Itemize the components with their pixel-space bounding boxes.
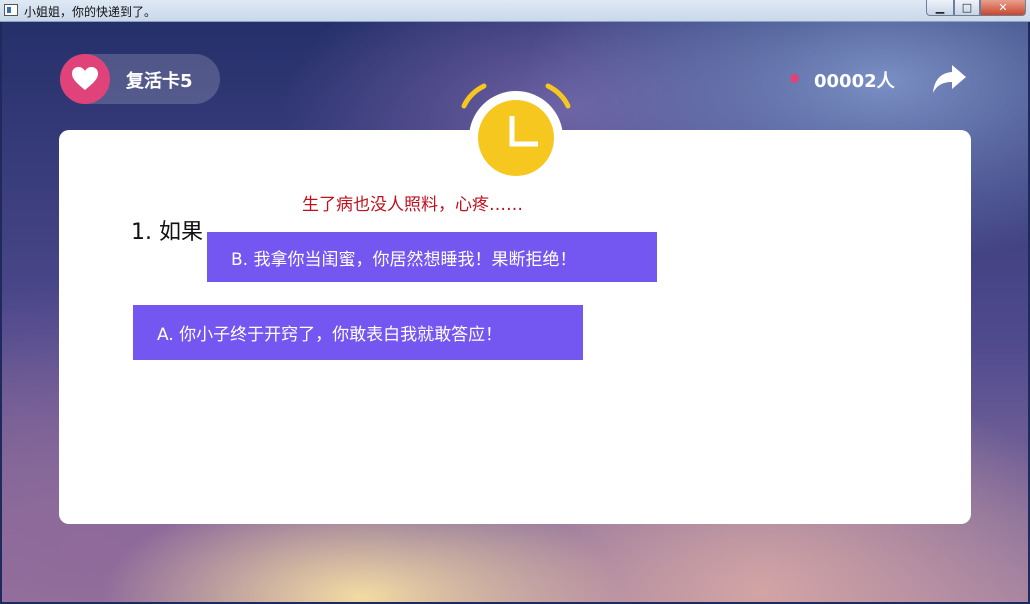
app-icon: [4, 4, 18, 16]
alarm-clock-icon: [458, 82, 574, 186]
revive-card-label: 复活卡5: [126, 71, 193, 92]
question-text: 1. 如果: [131, 220, 203, 245]
game-screen: 复活卡5 00002人 1. 如果 生了病也没人照料，心疼…… B. 我拿你当闺…: [2, 22, 1028, 602]
share-icon[interactable]: [930, 62, 968, 96]
minimize-button[interactable]: ▁: [926, 0, 954, 16]
question-card: 1. 如果 生了病也没人照料，心疼…… B. 我拿你当闺蜜，你居然想睡我！果断拒…: [59, 130, 971, 524]
revive-card-badge[interactable]: 复活卡5: [60, 54, 220, 104]
option-a-button[interactable]: A. 你小子终于开窍了，你敢表白我就敢答应！: [133, 305, 583, 360]
maximize-button[interactable]: □: [954, 0, 980, 16]
window-titlebar: 小姐姐，你的快递到了。 ▁ □ ✕: [0, 0, 1030, 22]
window-title: 小姐姐，你的快递到了。: [24, 5, 157, 19]
option-b-button[interactable]: B. 我拿你当闺蜜，你居然想睡我！果断拒绝！: [207, 232, 657, 282]
window-controls: ▁ □ ✕: [926, 0, 1026, 16]
online-count: 00002人: [814, 71, 895, 92]
heart-icon: [60, 54, 110, 104]
online-status-dot: [790, 74, 799, 83]
close-button[interactable]: ✕: [980, 0, 1026, 16]
hint-text: 生了病也没人照料，心疼……: [302, 195, 523, 215]
